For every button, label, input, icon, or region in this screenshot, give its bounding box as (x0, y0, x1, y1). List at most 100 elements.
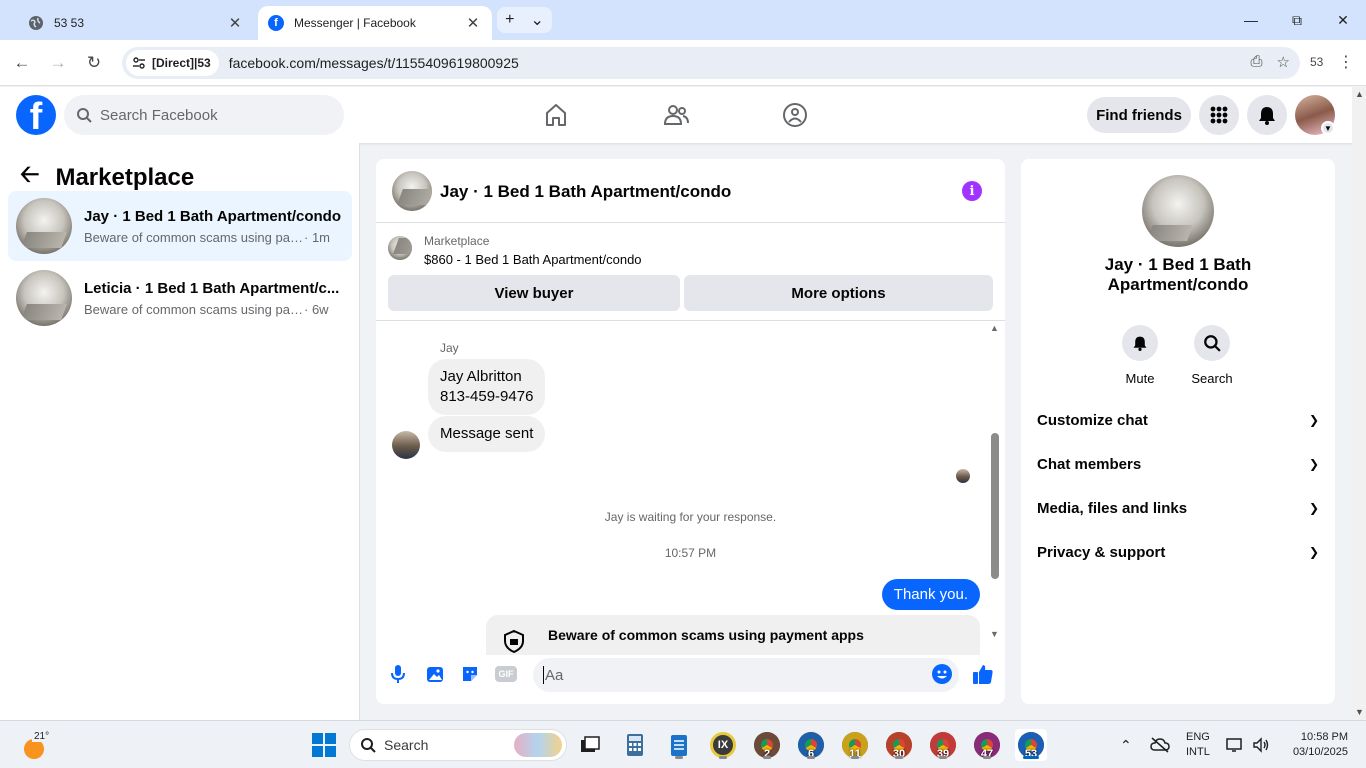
customize-chat-section[interactable]: Customize chat ❯ (1037, 405, 1319, 435)
emoji-icon[interactable] (932, 664, 952, 684)
close-window-icon[interactable]: ✕ (1320, 0, 1366, 40)
tab-53[interactable]: 53 53 ✕ (8, 6, 254, 40)
privacy-support-section[interactable]: Privacy & support ❯ (1037, 537, 1319, 567)
xsplit-app-icon[interactable]: IX (707, 729, 739, 761)
site-info-chip[interactable]: [Direct]|53 (126, 50, 219, 76)
chrome-profile-icon: 47 (974, 732, 1000, 760)
microphone-icon[interactable] (387, 663, 409, 685)
facebook-logo[interactable]: f (16, 95, 56, 135)
chrome-window-39[interactable]: 39 (927, 729, 959, 761)
scroll-down-arrow-icon[interactable]: ▼ (990, 629, 999, 639)
listing-thumbnail (16, 198, 72, 254)
section-label: Chat members (1037, 455, 1142, 473)
clock-time: 10:58 PM (1300, 731, 1348, 743)
chrome-window-11[interactable]: 11 (839, 729, 871, 761)
url-text[interactable]: facebook.com/messages/t/1155409619800925 (229, 55, 519, 71)
browser-menu-icon[interactable]: ⋮ (1338, 52, 1354, 72)
outgoing-message[interactable]: Thank you. (881, 579, 980, 610)
back-arrow-icon[interactable]: ← (10, 51, 34, 75)
notepad-icon[interactable] (663, 729, 695, 761)
chrome-window-47[interactable]: 47 (971, 729, 1003, 761)
message-timestamp: 10:57 PM (664, 546, 717, 560)
text-cursor (543, 666, 544, 684)
tab-messenger[interactable]: f Messenger | Facebook ✕ (258, 6, 492, 40)
onedrive-offline-icon[interactable] (1150, 721, 1170, 768)
incoming-message[interactable]: Message sent (428, 416, 546, 452)
search-in-conversation-button[interactable]: Search (1187, 325, 1237, 386)
taskbar-search-label: Search (384, 737, 429, 753)
media-files-links-section[interactable]: Media, files and links ❯ (1037, 493, 1319, 523)
tray-overflow-chevron-icon[interactable]: ⌃ (1120, 721, 1132, 768)
search-icon (361, 738, 376, 753)
find-friends-button[interactable]: Find friends (1087, 97, 1191, 133)
browser-profile-badge[interactable]: 53 (1310, 55, 1323, 69)
new-tab-button[interactable]: + (505, 11, 514, 29)
scroll-up-arrow-icon[interactable]: ▲ (990, 323, 999, 333)
restore-icon[interactable]: ⧉ (1274, 0, 1320, 40)
chrome-window-53[interactable]: 53 (1015, 729, 1047, 761)
sender-avatar[interactable] (392, 431, 420, 459)
tab-search-button[interactable]: ⌄ (531, 10, 544, 30)
windows-taskbar: 21° Search IX 2 6 11 30 39 47 53 ⌃ ENG I… (0, 720, 1366, 768)
chat-scrollbar-thumb[interactable] (991, 433, 999, 579)
thumbs-up-icon[interactable] (971, 662, 995, 686)
page-scrollbar[interactable]: ▲ ▼ (1352, 87, 1366, 720)
chrome-window-30[interactable]: 30 (883, 729, 915, 761)
calculator-icon[interactable] (619, 729, 651, 761)
windows-start-icon[interactable] (312, 733, 336, 757)
menu-grid-icon[interactable] (1199, 95, 1239, 135)
keyboard-layout: INTL (1186, 746, 1210, 758)
new-tab-group: + ⌄ (497, 7, 552, 33)
system-clock[interactable]: 10:58 PM 03/10/2025 (1290, 730, 1348, 760)
more-options-button[interactable]: More options (684, 275, 993, 311)
task-view-icon[interactable] (574, 729, 606, 761)
friends-icon[interactable] (660, 99, 692, 131)
chrome-window-2[interactable]: 2 (751, 729, 783, 761)
close-tab-icon[interactable]: ✕ (464, 14, 482, 32)
message-input[interactable]: Aa (533, 658, 959, 692)
listing-price-title[interactable]: $860 - 1 Bed 1 Bath Apartment/condo (424, 252, 642, 267)
running-indicator (763, 756, 771, 759)
taskbar-search[interactable]: Search (349, 729, 567, 761)
info-title-line: Apartment/condo (1107, 275, 1249, 294)
photo-gallery-icon[interactable] (423, 663, 445, 685)
sticker-icon[interactable] (459, 663, 481, 685)
view-buyer-button[interactable]: View buyer (388, 275, 680, 311)
volume-icon[interactable] (1252, 721, 1270, 768)
weather-temperature: 21° (32, 731, 52, 742)
install-app-icon[interactable]: ⎙ (1251, 53, 1263, 71)
conversation-item-jay[interactable]: Jay · 1 Bed 1 Bath Apartment/condo Bewar… (8, 191, 352, 261)
facebook-search-box[interactable]: Search Facebook (64, 95, 344, 135)
account-chevron-icon[interactable]: ▼ (1321, 121, 1335, 135)
scroll-up-arrow-icon[interactable]: ▲ (1355, 89, 1364, 99)
home-icon[interactable] (540, 99, 572, 131)
chat-title[interactable]: Jay · 1 Bed 1 Bath Apartment/condo (440, 182, 731, 202)
scroll-down-arrow-icon[interactable]: ▼ (1355, 707, 1364, 717)
conversation-item-leticia[interactable]: Leticia · 1 Bed 1 Bath Apartment/c... Be… (8, 263, 352, 333)
groups-icon[interactable] (779, 99, 811, 131)
gif-button[interactable]: GIF (495, 666, 517, 682)
chat-members-section[interactable]: Chat members ❯ (1037, 449, 1319, 479)
chrome-window-6[interactable]: 6 (795, 729, 827, 761)
listing-source-label: Marketplace (424, 234, 490, 248)
forward-arrow-icon[interactable]: → (46, 51, 70, 75)
chat-thumbnail[interactable] (392, 171, 432, 211)
info-icon[interactable]: i (962, 181, 982, 201)
incoming-message[interactable]: Jay Albritton 813-459-9476 (428, 359, 546, 415)
input-language-indicator[interactable]: ENG INTL (1186, 730, 1210, 760)
reload-icon[interactable]: ↻ (82, 51, 106, 75)
notifications-bell-icon[interactable] (1247, 95, 1287, 135)
marketplace-conversation-list: 🡠 Marketplace Jay · 1 Bed 1 Bath Apartme… (0, 143, 360, 720)
network-icon[interactable] (1226, 721, 1244, 768)
facebook-header: f Search Facebook Find friends ▼ (0, 87, 1352, 143)
mute-button[interactable]: Mute (1115, 325, 1165, 386)
language-code: ENG (1186, 731, 1210, 743)
bookmark-star-icon[interactable]: ☆ (1277, 53, 1290, 71)
omnibox[interactable]: [Direct]|53 facebook.com/messages/t/1155… (122, 47, 1300, 79)
search-icon (1194, 325, 1230, 361)
chat-panel: Jay · 1 Bed 1 Bath Apartment/condo i Mar… (376, 159, 1005, 704)
minimize-icon[interactable]: — (1228, 0, 1274, 40)
close-tab-icon[interactable]: ✕ (226, 14, 244, 32)
weather-widget[interactable]: 21° (22, 729, 62, 759)
conversation-name: Jay · 1 Bed 1 Bath Apartment/condo (84, 207, 341, 225)
